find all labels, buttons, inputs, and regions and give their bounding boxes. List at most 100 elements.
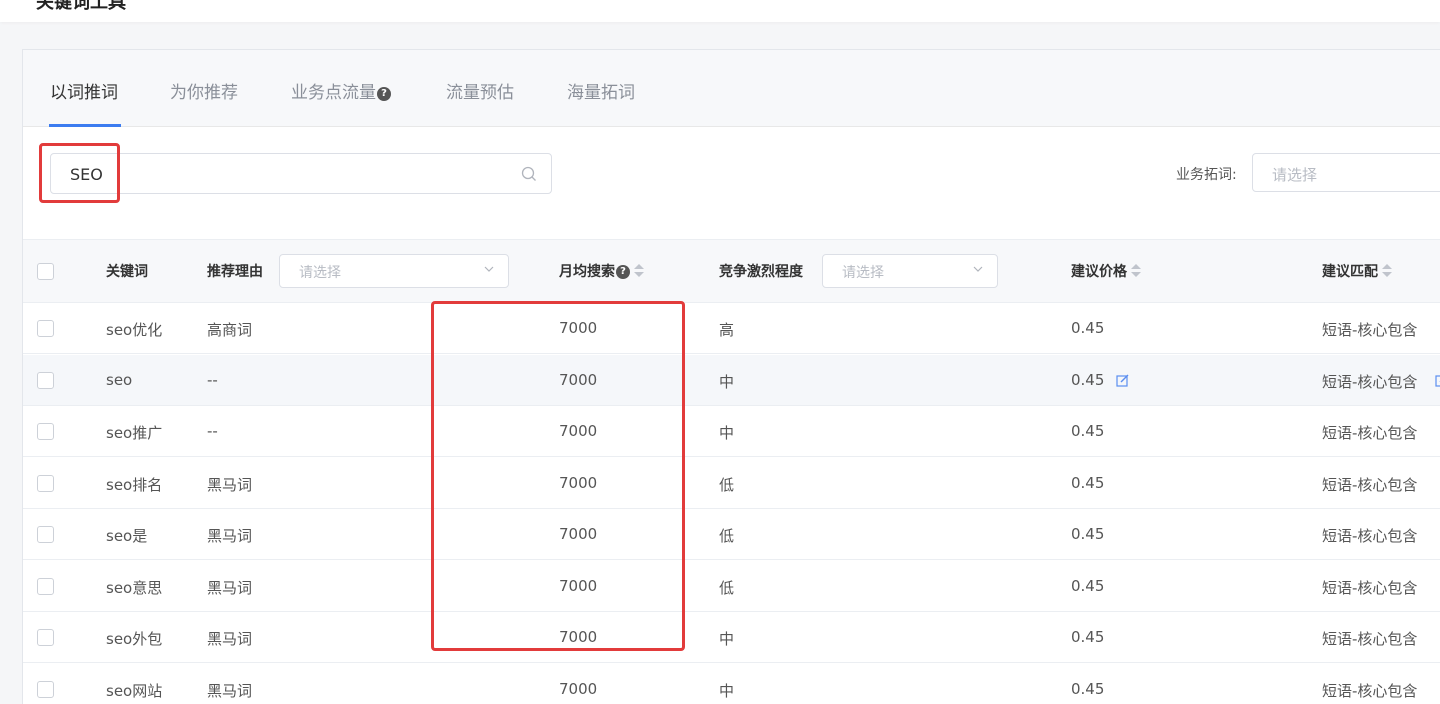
tab-label: 海量拓词 xyxy=(567,83,635,103)
page-title: 关键词工具 xyxy=(36,0,126,13)
cell-keyword: seo优化 xyxy=(106,321,163,339)
header-keyword: 关键词 xyxy=(106,264,148,280)
active-tab-indicator xyxy=(49,124,121,127)
chevron-down-icon xyxy=(973,266,983,272)
tab-keyword-suggest[interactable]: 以词推词 xyxy=(50,78,118,103)
table-row[interactable]: seo外包 黑马词 7000 中 0.45 短语-核心包含 xyxy=(23,612,1440,663)
select-all-checkbox[interactable] xyxy=(37,263,54,280)
table-row[interactable]: seo -- 7000 中 0.45 短语-核心包含 xyxy=(23,355,1440,406)
cell-keyword: seo外包 xyxy=(106,630,163,648)
cell-competition: 中 xyxy=(719,373,735,391)
keyword-tool-card: 以词推词 为你推荐 业务点流量? 流量预估 海量拓词 SEO 业务拓词: 请选择… xyxy=(22,49,1440,704)
cell-match: 短语-核心包含 xyxy=(1322,321,1418,339)
cell-reason: -- xyxy=(207,371,218,389)
business-expand-label: 业务拓词: xyxy=(1176,167,1237,183)
search-input[interactable]: SEO xyxy=(50,153,552,194)
row-checkbox[interactable] xyxy=(37,475,54,492)
competition-filter-select[interactable]: 请选择 xyxy=(822,254,998,288)
table-row[interactable]: seo推广 -- 7000 中 0.45 短语-核心包含 xyxy=(23,406,1440,457)
business-expand-select[interactable]: 请选择 xyxy=(1252,153,1440,192)
cell-match: 短语-核心包含 xyxy=(1322,527,1418,545)
match-edit-icon[interactable] xyxy=(1435,374,1440,387)
header-monthly-search[interactable]: 月均搜索? xyxy=(559,261,644,281)
cell-reason: 黑马词 xyxy=(207,579,253,597)
cell-keyword: seo意思 xyxy=(106,579,163,597)
row-checkbox[interactable] xyxy=(37,578,54,595)
cell-reason: 黑马词 xyxy=(207,527,253,545)
cell-match: 短语-核心包含 xyxy=(1322,630,1418,648)
cell-price: 0.45 xyxy=(1071,577,1105,595)
reason-filter-select[interactable]: 请选择 xyxy=(279,254,509,288)
header-price-label: 建议价格 xyxy=(1071,264,1127,280)
cell-competition: 中 xyxy=(719,682,735,700)
tab-label: 以词推词 xyxy=(50,83,118,103)
search-highlight-box xyxy=(39,143,120,203)
tab-label: 为你推荐 xyxy=(170,83,238,103)
cell-price: 0.45 xyxy=(1071,525,1105,543)
header-match[interactable]: 建议匹配 xyxy=(1322,261,1392,281)
tab-business-traffic[interactable]: 业务点流量? xyxy=(291,78,391,103)
help-icon[interactable]: ? xyxy=(377,87,391,101)
tab-recommend[interactable]: 为你推荐 xyxy=(170,78,238,103)
cell-keyword: seo xyxy=(106,371,133,389)
cell-reason: -- xyxy=(207,422,218,440)
cell-keyword: seo推广 xyxy=(106,424,163,442)
row-checkbox[interactable] xyxy=(37,526,54,543)
cell-match: 短语-核心包含 xyxy=(1322,424,1418,442)
table-row[interactable]: seo网站 黑马词 7000 中 0.45 短语-核心包含 xyxy=(23,664,1440,704)
row-checkbox[interactable] xyxy=(37,681,54,698)
header-monthly-search-label: 月均搜索 xyxy=(559,264,615,280)
cell-competition: 中 xyxy=(719,424,735,442)
cell-price: 0.45 xyxy=(1071,628,1105,646)
cell-reason: 高商词 xyxy=(207,321,253,339)
cell-monthly-search: 7000 xyxy=(559,680,598,698)
cell-reason: 黑马词 xyxy=(207,682,253,700)
price-edit-icon[interactable] xyxy=(1116,374,1129,387)
cell-price: 0.45 xyxy=(1071,680,1105,698)
header-match-label: 建议匹配 xyxy=(1322,264,1378,280)
cell-keyword: seo排名 xyxy=(106,476,163,494)
row-checkbox[interactable] xyxy=(37,423,54,440)
cell-price: 0.45 xyxy=(1071,319,1105,337)
monthly-search-highlight-box xyxy=(431,301,685,651)
competition-filter-placeholder: 请选择 xyxy=(842,265,884,281)
cell-match: 短语-核心包含 xyxy=(1322,579,1418,597)
help-icon[interactable]: ? xyxy=(616,265,630,279)
row-checkbox[interactable] xyxy=(37,320,54,337)
cell-match: 短语-核心包含 xyxy=(1322,682,1418,700)
top-bar: 关键词工具 xyxy=(0,0,1440,22)
cell-price: 0.45 xyxy=(1071,371,1105,389)
header-price[interactable]: 建议价格 xyxy=(1071,261,1141,281)
cell-price: 0.45 xyxy=(1071,474,1105,492)
cell-reason: 黑马词 xyxy=(207,476,253,494)
cell-match: 短语-核心包含 xyxy=(1322,476,1418,494)
cell-keyword: seo是 xyxy=(106,527,148,545)
cell-keyword: seo网站 xyxy=(106,682,163,700)
cell-competition: 高 xyxy=(719,321,735,339)
sort-icon[interactable] xyxy=(634,264,644,278)
table-row[interactable]: seo是 黑马词 7000 低 0.45 短语-核心包含 xyxy=(23,509,1440,560)
header-competition: 竞争激烈程度 xyxy=(719,264,803,280)
search-icon[interactable] xyxy=(521,166,537,182)
sort-icon[interactable] xyxy=(1382,264,1392,278)
tab-bulk-expand[interactable]: 海量拓词 xyxy=(567,78,635,103)
table-row[interactable]: seo排名 黑马词 7000 低 0.45 短语-核心包含 xyxy=(23,458,1440,509)
chevron-down-icon xyxy=(484,266,494,272)
table-row[interactable]: seo意思 黑马词 7000 低 0.45 短语-核心包含 xyxy=(23,561,1440,612)
reason-filter-placeholder: 请选择 xyxy=(299,265,341,281)
row-checkbox[interactable] xyxy=(37,372,54,389)
business-expand-placeholder: 请选择 xyxy=(1272,166,1318,184)
tab-traffic-estimate[interactable]: 流量预估 xyxy=(446,78,514,103)
sort-icon[interactable] xyxy=(1131,264,1141,278)
header-reason: 推荐理由 xyxy=(207,264,263,280)
tab-bar: 以词推词 为你推荐 业务点流量? 流量预估 海量拓词 xyxy=(23,50,1440,127)
table-header: 关键词 推荐理由 请选择 月均搜索? 竞争激烈程度 请选择 建议价格 建议匹配 xyxy=(23,239,1440,303)
cell-competition: 低 xyxy=(719,476,735,494)
cell-match: 短语-核心包含 xyxy=(1322,373,1418,391)
table-row[interactable]: seo优化 高商词 7000 高 0.45 短语-核心包含 xyxy=(23,303,1440,354)
tab-label: 流量预估 xyxy=(446,83,514,103)
cell-competition: 低 xyxy=(719,527,735,545)
cell-reason: 黑马词 xyxy=(207,630,253,648)
cell-price: 0.45 xyxy=(1071,422,1105,440)
row-checkbox[interactable] xyxy=(37,629,54,646)
